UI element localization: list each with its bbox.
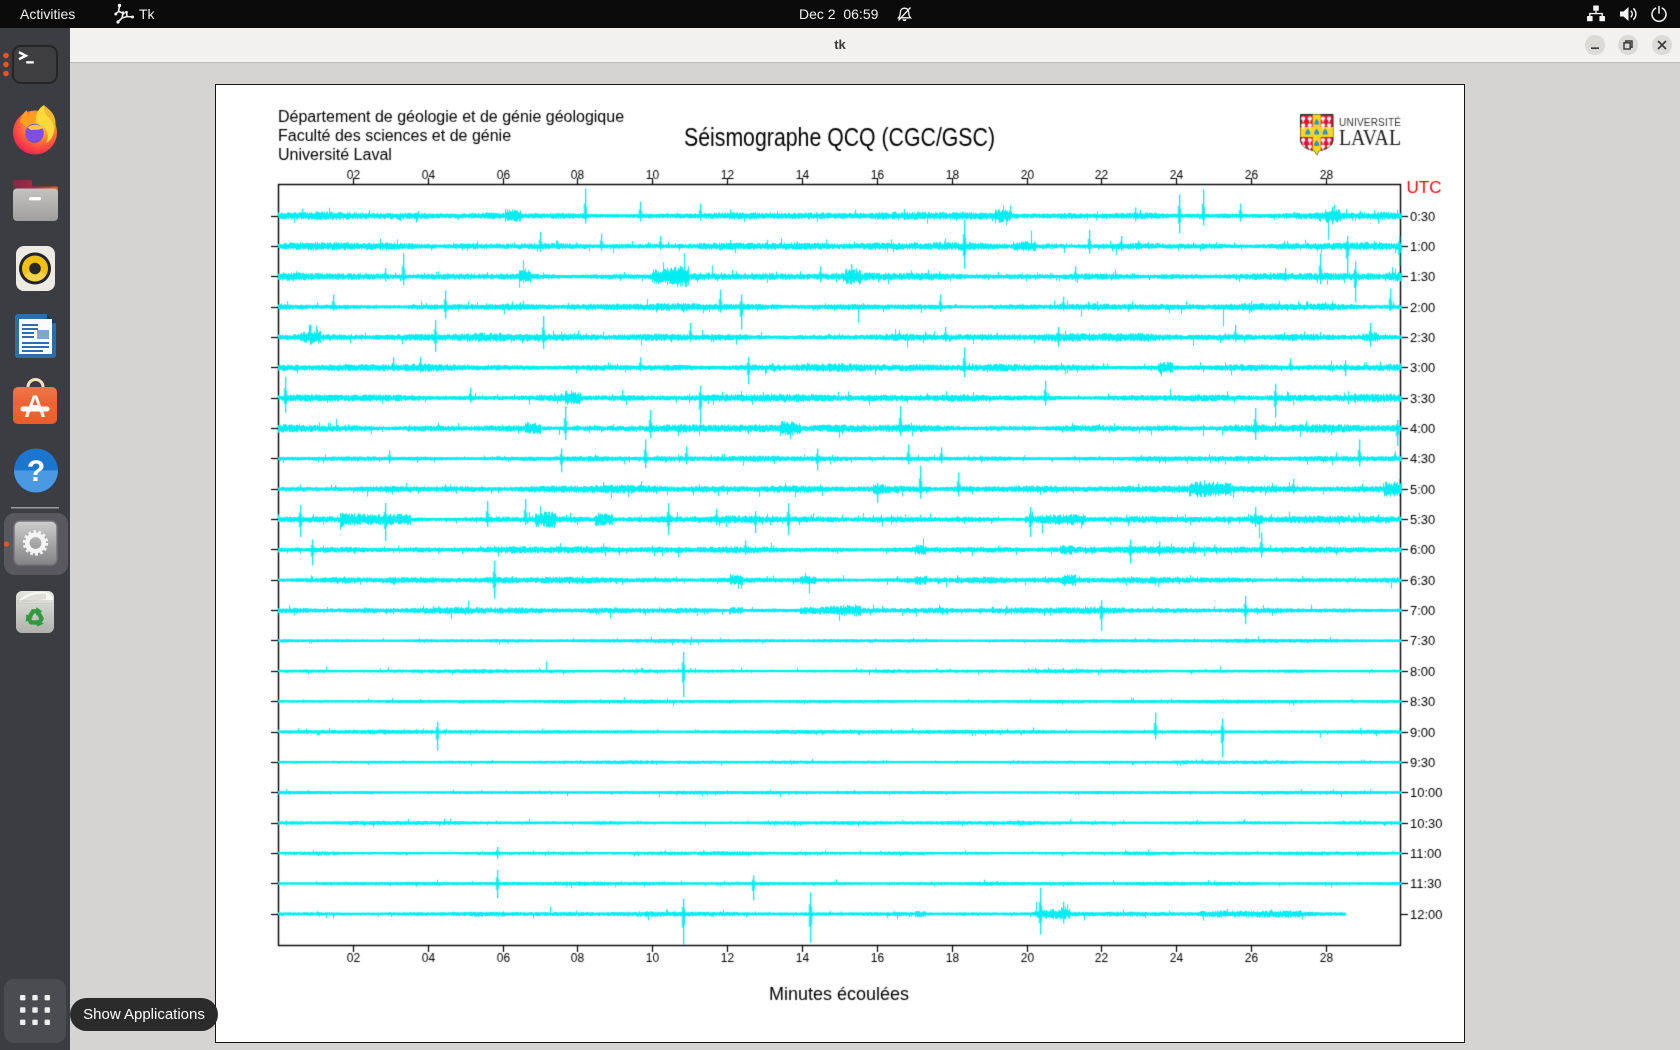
svg-text:?: ?	[27, 455, 45, 488]
